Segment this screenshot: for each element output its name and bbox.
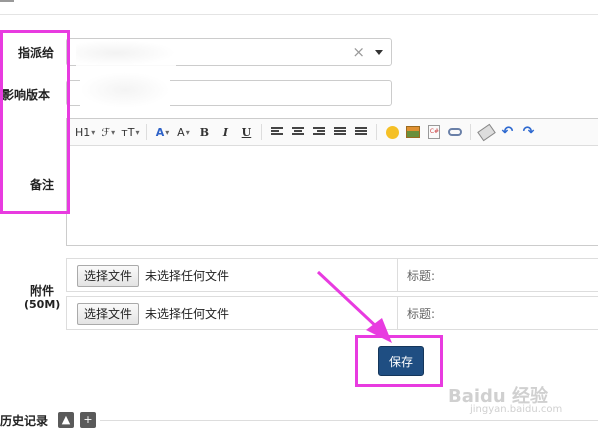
annotation-arrow <box>316 270 392 343</box>
arrow-shaft <box>316 270 382 332</box>
history-label: 历史记录 <box>0 414 49 428</box>
history-divider <box>100 420 598 421</box>
watermark-url: jingyan.baidu.com <box>470 404 563 415</box>
save-button[interactable]: 保存 <box>378 346 424 376</box>
collapse-up-icon[interactable]: ▲ <box>58 412 74 428</box>
add-icon[interactable]: + <box>80 412 96 428</box>
